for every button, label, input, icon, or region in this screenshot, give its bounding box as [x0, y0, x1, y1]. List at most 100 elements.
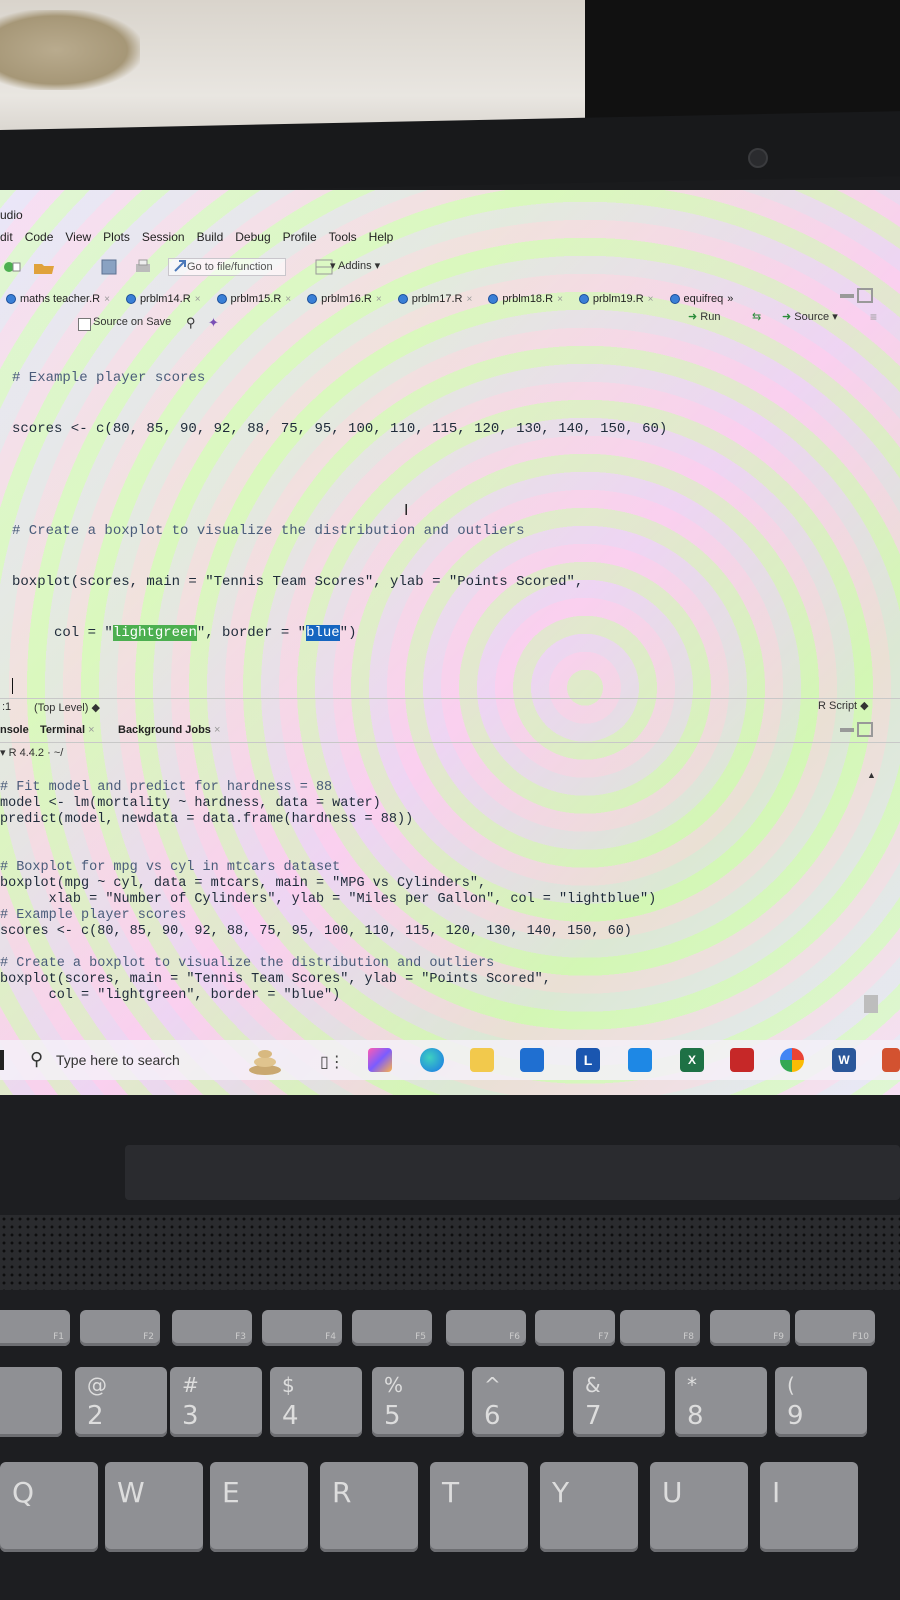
editor-tab[interactable]: prblm17.R × — [392, 288, 483, 310]
menu-item[interactable]: Code — [25, 228, 54, 250]
menu-item[interactable]: Session — [142, 228, 185, 250]
number-key[interactable]: & 7 — [573, 1367, 665, 1437]
editor-tab[interactable]: prblm16.R × — [301, 288, 392, 310]
editor-tab[interactable]: prblm19.R × — [573, 288, 664, 310]
letter-key[interactable]: Q — [0, 1462, 98, 1552]
r-file-icon — [397, 294, 408, 304]
editor-tab[interactable]: prblm18.R × — [482, 288, 573, 310]
function-key[interactable]: F3 — [172, 1310, 252, 1346]
function-key[interactable]: F7 — [535, 1310, 615, 1346]
console-maximize-icon[interactable] — [838, 722, 878, 743]
number-key[interactable]: ! — [0, 1367, 62, 1437]
new-file-icon[interactable] — [2, 259, 22, 275]
addins-menu[interactable]: ▾ Addins ▾ — [330, 259, 380, 272]
editor-tab[interactable]: equifreq» — [664, 288, 744, 310]
console-line: scores <- c(80, 85, 90, 92, 88, 75, 95, … — [0, 924, 632, 939]
number-key[interactable]: (9 — [775, 1367, 867, 1437]
search-icon[interactable]: ⚲ — [186, 315, 196, 331]
menu-item[interactable]: View — [65, 228, 91, 250]
run-button[interactable]: ➜ Run — [688, 310, 720, 323]
rerun-icon[interactable]: ⇆ — [752, 310, 761, 323]
function-key[interactable]: F4 — [262, 1310, 342, 1346]
number-key[interactable]: ^ 6 — [472, 1367, 564, 1437]
console-line: predict(model, newdata = data.frame(hard… — [0, 812, 414, 827]
console-output[interactable]: # Fit model and predict for hardness = 8… — [0, 780, 656, 1004]
magic-wand-icon[interactable]: ✦ — [208, 315, 219, 331]
menu-item[interactable]: Build — [197, 228, 224, 250]
close-tab-icon[interactable]: × — [85, 724, 94, 736]
function-key[interactable]: F1 — [0, 1310, 70, 1346]
file-type-selector[interactable]: R Script ◆ — [818, 699, 869, 712]
save-icon[interactable] — [100, 259, 118, 275]
file-explorer-icon[interactable] — [470, 1048, 494, 1072]
editor-code[interactable]: # Example player scores scores <- c(80, … — [12, 336, 667, 728]
close-tab-icon[interactable]: × — [211, 724, 220, 736]
console-scrollbar[interactable]: ▲ — [864, 770, 878, 1020]
letter-key[interactable]: I — [760, 1462, 858, 1552]
function-key[interactable]: F10 — [795, 1310, 875, 1346]
code-text: ") — [339, 625, 357, 641]
close-tab-icon[interactable]: × — [648, 294, 654, 305]
function-key[interactable]: F5 — [352, 1310, 432, 1346]
open-project-icon[interactable] — [32, 259, 56, 275]
edge-icon[interactable] — [420, 1048, 444, 1072]
function-key[interactable]: F2 — [80, 1310, 160, 1346]
console-line: model <- lm(mortality ~ hardness, data =… — [0, 796, 381, 811]
console-tab[interactable]: Background Jobs × — [118, 724, 220, 736]
source-button[interactable]: ➜ Source ▾ — [782, 310, 838, 323]
close-tab-icon[interactable]: × — [195, 294, 201, 305]
source-on-save-checkbox[interactable] — [78, 318, 91, 331]
letter-key[interactable]: R — [320, 1462, 418, 1552]
console-tab[interactable]: Terminal × — [40, 724, 95, 736]
mcafee-icon[interactable] — [730, 1048, 754, 1072]
number-key[interactable]: $4 — [270, 1367, 362, 1437]
close-tab-icon[interactable]: × — [104, 294, 110, 305]
letter-key[interactable]: Y — [540, 1462, 638, 1552]
excel-icon[interactable]: X — [680, 1048, 704, 1072]
menu-item[interactable]: dit — [0, 228, 13, 250]
menu-item[interactable]: Plots — [103, 228, 130, 250]
app-circle-icon[interactable] — [628, 1048, 652, 1072]
menu-item[interactable]: Debug — [235, 228, 270, 250]
mail-icon[interactable] — [520, 1048, 544, 1072]
taskbar-search[interactable]: Type here to search — [20, 1044, 270, 1076]
letter-key[interactable]: W — [105, 1462, 203, 1552]
editor-tab[interactable]: maths teacher.R × — [0, 288, 120, 310]
editor-tab[interactable]: prblm14.R × — [120, 288, 211, 310]
tab-label: prblm18.R — [502, 293, 554, 305]
print-icon[interactable] — [134, 259, 152, 275]
function-key[interactable]: F8 — [620, 1310, 700, 1346]
close-tab-icon[interactable]: × — [466, 294, 472, 305]
menu-item[interactable]: Profile — [283, 228, 317, 250]
powerpoint-icon[interactable] — [882, 1048, 900, 1072]
letter-key[interactable]: T — [430, 1462, 528, 1552]
code-line: # Create a boxplot to visualize the dist… — [12, 523, 525, 539]
r-file-icon — [307, 294, 318, 304]
more-tabs-icon[interactable]: » — [727, 293, 733, 305]
function-key[interactable]: F6 — [446, 1310, 526, 1346]
number-key[interactable]: #3 — [170, 1367, 262, 1437]
word-icon[interactable]: W — [832, 1048, 856, 1072]
menu-item[interactable]: Tools — [329, 228, 357, 250]
letter-key[interactable]: E — [210, 1462, 308, 1552]
menu-item[interactable]: Help — [369, 228, 394, 250]
outline-icon[interactable]: ≡ — [870, 310, 877, 324]
number-key[interactable]: % 5 — [372, 1367, 464, 1437]
copilot-icon[interactable] — [368, 1048, 392, 1072]
function-key[interactable]: F9 — [710, 1310, 790, 1346]
start-button[interactable] — [0, 1050, 4, 1070]
close-tab-icon[interactable]: × — [376, 294, 382, 305]
number-key[interactable]: @2 — [75, 1367, 167, 1437]
console-tab[interactable]: nsole — [0, 724, 29, 736]
letter-key[interactable]: U — [650, 1462, 748, 1552]
lenovo-l-icon[interactable]: L — [576, 1048, 600, 1072]
editor-tab[interactable]: prblm15.R × — [211, 288, 302, 310]
minimize-pane-icon[interactable] — [838, 288, 878, 309]
chrome-icon[interactable] — [780, 1048, 804, 1072]
stones-widget-icon[interactable] — [245, 1042, 285, 1076]
task-view-icon[interactable]: ▯⋮ — [320, 1052, 345, 1072]
number-key[interactable]: * 8 — [675, 1367, 767, 1437]
close-tab-icon[interactable]: × — [285, 294, 291, 305]
scope-selector[interactable]: (Top Level) ◆ — [34, 701, 100, 714]
close-tab-icon[interactable]: × — [557, 294, 563, 305]
